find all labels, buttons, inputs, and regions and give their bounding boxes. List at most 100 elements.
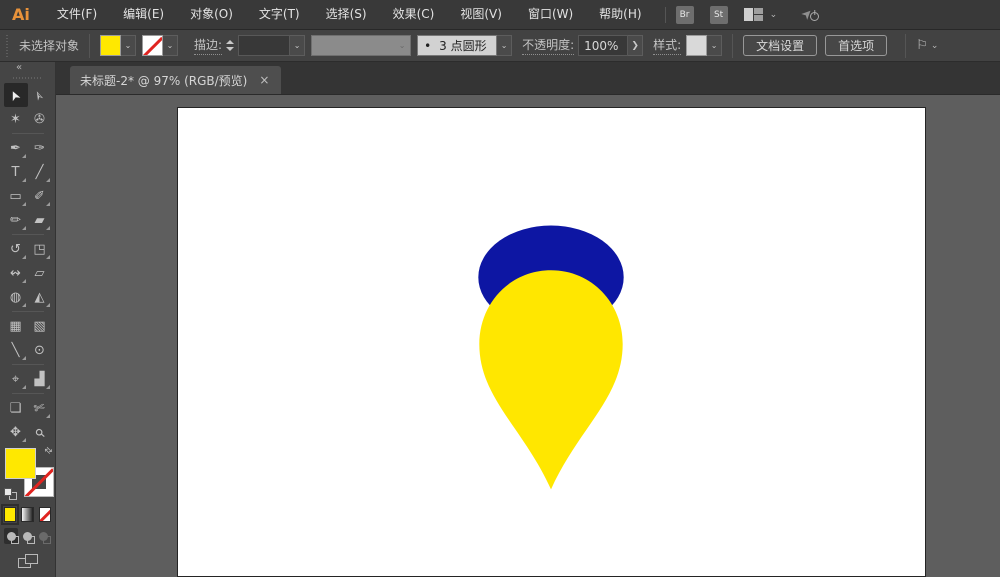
- draw-normal-mode[interactable]: [4, 528, 18, 544]
- draw-behind-icon: [23, 532, 32, 541]
- rotate-tool[interactable]: ↺: [4, 237, 28, 261]
- draw-inside-icon: [39, 532, 48, 541]
- opacity-panel-link[interactable]: 不透明度:: [522, 36, 574, 55]
- stroke-profile-select[interactable]: ⌄: [311, 35, 411, 56]
- stroke-width-field[interactable]: [238, 35, 290, 56]
- gpu-performance-button[interactable]: ➤: [802, 7, 819, 22]
- swap-fill-stroke-icon[interactable]: ⇄: [42, 445, 54, 457]
- fill-color-chevron[interactable]: ⌄: [121, 35, 136, 56]
- menu-item-type[interactable]: 文字(T): [246, 0, 313, 29]
- document-tab[interactable]: 未标题-2* @ 97% (RGB/预览) ×: [70, 66, 281, 94]
- shape-builder-tool[interactable]: ◍: [4, 285, 28, 309]
- preferences-button[interactable]: 首选项: [825, 35, 887, 56]
- selection-tool[interactable]: ➤: [4, 83, 28, 107]
- scale-tool[interactable]: ◳: [28, 237, 52, 261]
- canvas-area[interactable]: [56, 95, 1000, 577]
- opacity-field[interactable]: 100%: [578, 35, 628, 56]
- swatch-type-row: [4, 502, 51, 524]
- draw-inside-mode[interactable]: [37, 528, 51, 544]
- curvature-tool[interactable]: ✑: [28, 136, 52, 160]
- style-panel-link[interactable]: 样式:: [653, 36, 681, 55]
- magic-wand-tool-icon: ✶: [10, 113, 21, 126]
- style-swatch[interactable]: [686, 35, 707, 56]
- lasso-tool[interactable]: ✇: [28, 107, 52, 131]
- draw-behind-mode[interactable]: [20, 528, 34, 544]
- menu-item-file[interactable]: 文件(F): [44, 0, 110, 29]
- perspective-grid-tool[interactable]: ◭: [28, 285, 52, 309]
- blend-tool[interactable]: ⊙: [28, 338, 52, 362]
- column-graph-tool[interactable]: ▟: [28, 367, 52, 391]
- pen-tool[interactable]: ✒: [4, 136, 28, 160]
- stroke-panel-link[interactable]: 描边:: [194, 36, 222, 55]
- menu-item-window[interactable]: 窗口(W): [515, 0, 586, 29]
- default-fill-stroke-icon[interactable]: [4, 488, 17, 500]
- symbol-sprayer-tool[interactable]: ⌖: [4, 367, 28, 391]
- slice-tool[interactable]: ✄: [28, 396, 52, 420]
- artboard-tool[interactable]: ❏: [4, 396, 28, 420]
- brush-preview-dot: •: [424, 39, 431, 53]
- stock-button[interactable]: St: [710, 6, 728, 24]
- menu-item-help[interactable]: 帮助(H): [586, 0, 654, 29]
- eraser-tool[interactable]: ▰: [28, 208, 52, 232]
- column-graph-tool-icon: ▟: [35, 373, 45, 386]
- stroke-color-swatch[interactable]: [142, 35, 163, 56]
- stroke-width-chevron[interactable]: ⌄: [290, 35, 305, 56]
- width-tool[interactable]: ↭: [4, 261, 28, 285]
- curvature-tool-icon: ✑: [34, 142, 45, 155]
- type-tool-icon: T: [12, 166, 20, 179]
- none-button[interactable]: [39, 507, 51, 522]
- brush-name: 3 点圆形: [439, 37, 486, 54]
- rotate-tool-icon: ↺: [10, 243, 21, 256]
- separator: [89, 34, 90, 58]
- toolbar-grip[interactable]: [13, 75, 43, 79]
- perspective-grid-tool-icon: ◭: [35, 291, 45, 304]
- fill-indicator[interactable]: [5, 448, 36, 479]
- rectangle-tool[interactable]: ▭: [4, 184, 28, 208]
- workspace-switcher[interactable]: ⌄: [744, 8, 781, 21]
- menu-item-view[interactable]: 视图(V): [447, 0, 515, 29]
- gradient-button[interactable]: [21, 507, 33, 522]
- step-down-icon: [226, 47, 234, 51]
- hand-tool[interactable]: ✥: [4, 420, 28, 444]
- stroke-width-stepper[interactable]: [224, 35, 236, 57]
- brush-select[interactable]: • 3 点圆形: [417, 35, 497, 56]
- stroke-color-chevron[interactable]: ⌄: [163, 35, 178, 56]
- brush-chevron[interactable]: ⌄: [497, 35, 512, 56]
- shaper-tool[interactable]: ✏: [4, 208, 28, 232]
- toolbar-collapse-button[interactable]: «: [0, 62, 55, 73]
- document-tab-bar: 未标题-2* @ 97% (RGB/预览) ×: [56, 62, 1000, 95]
- menu-item-object[interactable]: 对象(O): [177, 0, 246, 29]
- control-bar-grip[interactable]: [6, 35, 11, 57]
- panel-flag-icon[interactable]: ⚐: [916, 38, 928, 53]
- fill-color-swatch[interactable]: [100, 35, 121, 56]
- mesh-tool-icon: ▦: [9, 320, 21, 333]
- drawing-modes: [4, 524, 51, 548]
- panel-chevron-icon[interactable]: ⌄: [928, 41, 942, 51]
- menu-item-edit[interactable]: 编辑(E): [110, 0, 177, 29]
- menu-item-effect[interactable]: 效果(C): [380, 0, 448, 29]
- screen-mode-button[interactable]: [18, 554, 38, 569]
- line-segment-tool[interactable]: ╱: [28, 160, 52, 184]
- eraser-tool-icon: ▰: [35, 214, 45, 227]
- eyedropper-tool[interactable]: ╲: [4, 338, 28, 362]
- gradient-tool[interactable]: ▧: [28, 314, 52, 338]
- yellow-pin-shape[interactable]: [479, 270, 622, 489]
- magic-wand-tool[interactable]: ✶: [4, 107, 28, 131]
- menu-item-select[interactable]: 选择(S): [313, 0, 380, 29]
- zoom-tool[interactable]: ☌: [28, 420, 52, 444]
- color-button[interactable]: [4, 507, 16, 522]
- artboard-tool-icon: ❏: [10, 402, 22, 415]
- opacity-arrow-button[interactable]: ❯: [628, 35, 643, 56]
- hand-tool-icon: ✥: [10, 426, 21, 439]
- bridge-button[interactable]: Br: [676, 6, 694, 24]
- document-setup-button[interactable]: 文档设置: [743, 35, 817, 56]
- mesh-tool[interactable]: ▦: [4, 314, 28, 338]
- close-icon[interactable]: ×: [257, 73, 271, 87]
- style-chevron[interactable]: ⌄: [707, 35, 722, 56]
- paintbrush-tool[interactable]: ✐: [28, 184, 52, 208]
- direct-selection-tool[interactable]: ➣: [28, 83, 52, 107]
- type-tool[interactable]: T: [4, 160, 28, 184]
- free-transform-tool[interactable]: ▱: [28, 261, 52, 285]
- artboard[interactable]: [177, 107, 926, 577]
- document-area: 未标题-2* @ 97% (RGB/预览) ×: [56, 62, 1000, 577]
